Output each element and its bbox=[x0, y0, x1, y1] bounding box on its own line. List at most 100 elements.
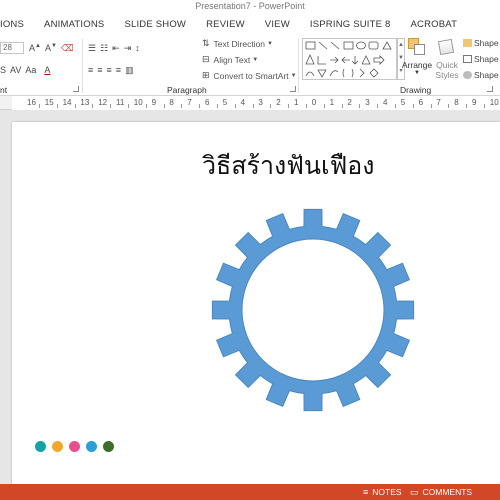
separator bbox=[298, 39, 299, 93]
font-group-label: nt bbox=[0, 85, 8, 95]
chevron-down-icon: ▼ bbox=[290, 72, 297, 79]
gear-body bbox=[211, 208, 415, 412]
shape-effects-icon bbox=[463, 71, 472, 79]
tab-ispring-suite[interactable]: ISPRING SUITE 8 bbox=[300, 19, 401, 30]
align-right-icon[interactable]: ≡ bbox=[107, 65, 112, 75]
grow-font-icon[interactable]: A▲ bbox=[29, 43, 41, 53]
shrink-font-icon[interactable]: A▼ bbox=[45, 43, 57, 53]
ruler-tick bbox=[483, 104, 485, 108]
convert-smartart-label: Convert to SmartArt bbox=[213, 70, 289, 81]
tab-view[interactable]: VIEW bbox=[255, 19, 300, 30]
strikethrough-icon[interactable]: S bbox=[0, 65, 6, 75]
decrease-indent-icon[interactable]: ⇤ bbox=[112, 43, 120, 54]
ruler-tick bbox=[234, 104, 236, 108]
comments-button[interactable]: ▭ COMMENTS bbox=[410, 484, 472, 500]
shapes-gallery[interactable] bbox=[302, 38, 397, 80]
quick-styles-label-line1: Quick bbox=[436, 60, 458, 70]
ruler-tick bbox=[181, 104, 183, 108]
shape-fill-button[interactable]: Shape bbox=[463, 38, 499, 48]
numbering-icon[interactable]: ☷ bbox=[100, 43, 108, 54]
ruler-label: 2 bbox=[276, 98, 281, 107]
char-spacing-icon[interactable]: AV bbox=[10, 65, 21, 75]
ruler-label: 8 bbox=[454, 98, 459, 107]
comments-icon: ▭ bbox=[410, 486, 419, 497]
ruler-tick bbox=[270, 104, 272, 108]
ruler-label: 1 bbox=[329, 98, 335, 107]
align-text-button[interactable]: ⊟ Align Text ▼ bbox=[202, 54, 258, 65]
paragraph-row-2: ≡ ≡ ≡ ≡ ▥ bbox=[88, 63, 138, 77]
convert-smartart-button[interactable]: ⊞ Convert to SmartArt ▼ bbox=[202, 70, 297, 81]
tab-review[interactable]: REVIEW bbox=[196, 19, 255, 30]
ribbon: 28 A▲ A▼ ⌫ S AV Aa A nt ☰ ☷ ⇤ ⇥ ↕ ≡ ≡ ≡ … bbox=[0, 35, 500, 96]
tab-transitions[interactable]: TIONS bbox=[0, 19, 34, 30]
paragraph-dialog-launcher[interactable] bbox=[290, 86, 296, 92]
separator bbox=[82, 39, 83, 93]
quick-styles-label: Quick Styles bbox=[432, 60, 462, 80]
ruler-label: 14 bbox=[62, 98, 72, 107]
clear-formatting-icon[interactable]: ⌫ bbox=[61, 43, 74, 54]
text-direction-button[interactable]: ⇅ Text Direction ▼ bbox=[202, 38, 273, 49]
slide-canvas: วิธีสร้างฟันเฟือง bbox=[0, 110, 500, 484]
arrange-icon bbox=[408, 38, 426, 56]
chevron-down-icon: ▼ bbox=[267, 40, 273, 47]
ruler-label: 6 bbox=[418, 98, 424, 107]
change-case-icon[interactable]: Aa bbox=[25, 65, 36, 75]
text-direction-label: Text Direction bbox=[213, 38, 266, 49]
ruler-tick bbox=[216, 104, 218, 108]
increase-indent-icon[interactable]: ⇥ bbox=[124, 43, 132, 54]
align-text-label: Align Text bbox=[213, 54, 251, 65]
line-spacing-icon[interactable]: ↕ bbox=[135, 43, 140, 53]
ruler-tick bbox=[127, 104, 129, 108]
color-dot bbox=[86, 441, 97, 452]
ruler-tick bbox=[74, 104, 76, 108]
paragraph-row-1: ☰ ☷ ⇤ ⇥ ↕ bbox=[88, 41, 144, 55]
drawing-group-label: Drawing bbox=[400, 85, 432, 95]
window-title: Presentation7 - PowerPoint bbox=[0, 0, 500, 13]
justify-icon[interactable]: ≡ bbox=[116, 65, 121, 75]
shapes-gallery-icons bbox=[305, 41, 392, 78]
chevron-down-icon: ▼ bbox=[252, 56, 259, 63]
font-size-box[interactable]: 28 bbox=[0, 42, 24, 54]
comments-label: COMMENTS bbox=[422, 487, 473, 497]
arrange-button[interactable]: Arrange ▼ bbox=[400, 38, 434, 76]
shape-outline-button[interactable]: Shape bbox=[463, 54, 499, 64]
gear-shape[interactable] bbox=[198, 198, 428, 423]
smartart-icon: ⊞ bbox=[202, 70, 210, 80]
ruler-tick bbox=[377, 104, 379, 108]
font-row-2: S AV Aa A bbox=[0, 63, 54, 77]
tab-slide-show[interactable]: SLIDE SHOW bbox=[114, 19, 196, 30]
font-dialog-launcher[interactable] bbox=[73, 86, 79, 92]
columns-icon[interactable]: ▥ bbox=[125, 65, 134, 76]
align-center-icon[interactable]: ≡ bbox=[97, 65, 102, 75]
tab-acrobat[interactable]: ACROBAT bbox=[401, 19, 468, 30]
font-row-1: 28 A▲ A▼ ⌫ bbox=[0, 41, 78, 55]
ruler-tick bbox=[359, 104, 361, 108]
bullets-icon[interactable]: ☰ bbox=[88, 43, 96, 54]
ruler-tick bbox=[466, 104, 468, 108]
notes-button[interactable]: ≡ NOTES bbox=[363, 484, 402, 500]
text-direction-icon: ⇅ bbox=[202, 38, 210, 48]
ruler-track: 16 15 14 13 12 11 10 9 8 7 6 5 4 3 2 1 0 1 2 3 4 5 6 7 8 9 10 bbox=[12, 96, 500, 110]
shape-outline-icon bbox=[463, 55, 472, 63]
ruler-label: 11 bbox=[116, 98, 125, 107]
quick-styles-button[interactable]: Quick Styles bbox=[432, 38, 462, 80]
ruler-label: 9 bbox=[472, 98, 477, 107]
shape-effects-button[interactable]: Shape bbox=[463, 70, 499, 80]
paragraph-group-label: Paragraph bbox=[167, 85, 207, 95]
drawing-dialog-launcher[interactable] bbox=[487, 86, 493, 92]
ruler-label: 3 bbox=[365, 98, 370, 107]
ruler-tick bbox=[252, 104, 254, 108]
slide-title[interactable]: วิธีสร้างฟันเฟือง bbox=[202, 146, 432, 186]
ruler-tick bbox=[448, 104, 450, 108]
status-bar: ≡ NOTES ▭ COMMENTS bbox=[0, 484, 500, 500]
slide[interactable]: วิธีสร้างฟันเฟือง bbox=[12, 122, 500, 484]
ruler-label: 7 bbox=[187, 98, 192, 107]
ruler-tick bbox=[341, 104, 343, 108]
ruler-label: 0 bbox=[311, 98, 317, 107]
tab-animations[interactable]: ANIMATIONS bbox=[34, 19, 114, 30]
shape-fill-label: Shape bbox=[474, 38, 499, 48]
align-left-icon[interactable]: ≡ bbox=[88, 65, 93, 75]
notes-label: NOTES bbox=[372, 487, 402, 497]
ruler-tick bbox=[430, 104, 432, 108]
font-color-icon[interactable]: A bbox=[44, 65, 50, 75]
